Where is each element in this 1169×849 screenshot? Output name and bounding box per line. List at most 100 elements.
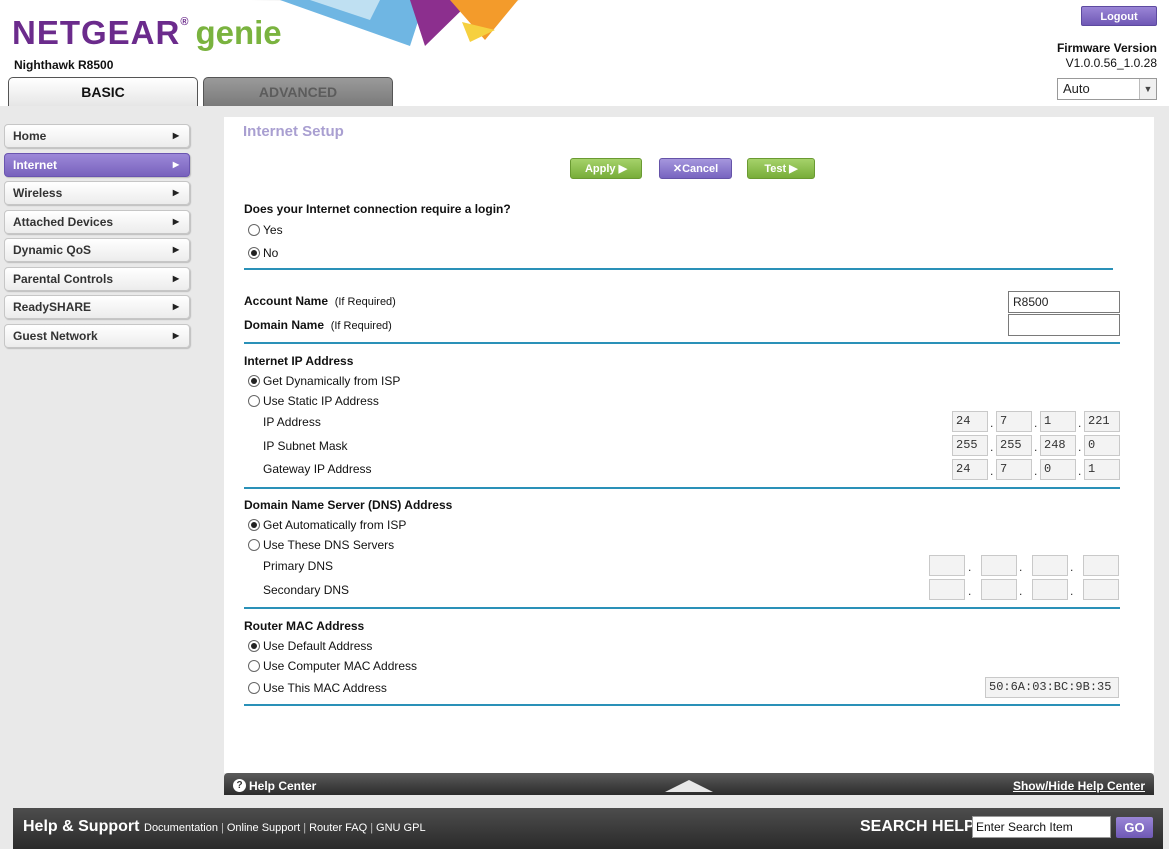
- if-required-note: (If Required): [330, 320, 392, 332]
- gateway-octet-4[interactable]: 1: [1084, 459, 1120, 480]
- sidebar-item-label: Attached Devices: [13, 214, 114, 229]
- sidebar-item-label: Guest Network: [13, 328, 98, 343]
- sidebar-item-label: Wireless: [13, 186, 63, 200]
- mac-default-option[interactable]: Use Default Address: [248, 638, 372, 653]
- radio-label: Use This MAC Address: [263, 680, 387, 695]
- logout-button[interactable]: Logout: [1081, 6, 1157, 26]
- sidebar-item-label: ReadySHARE: [13, 300, 92, 314]
- ip-octet-1[interactable]: 24: [952, 411, 988, 432]
- primary-dns-octet-2[interactable]: [981, 555, 1017, 576]
- account-name-input[interactable]: R8500: [1008, 291, 1120, 313]
- help-icon: ?: [233, 779, 246, 792]
- radio-dns-auto[interactable]: [248, 518, 260, 531]
- login-question-label: Does your Internet connection require a …: [244, 202, 511, 216]
- mac-custom-option[interactable]: Use This MAC Address: [248, 680, 387, 695]
- mac-computer-option[interactable]: Use Computer MAC Address: [248, 658, 417, 673]
- radio-label: Use Static IP Address: [263, 393, 379, 408]
- radio-ip-static[interactable]: [248, 394, 260, 407]
- gateway-octet-1[interactable]: 24: [952, 459, 988, 480]
- documentation-link[interactable]: Documentation: [144, 822, 218, 834]
- gateway-octet-2[interactable]: 7: [996, 459, 1032, 480]
- gateway-label: Gateway IP Address: [263, 462, 372, 476]
- octet-separator: .: [1078, 464, 1082, 478]
- sidebar-item-parental-controls[interactable]: Parental Controls ▶: [4, 266, 190, 291]
- sidebar-item-home[interactable]: Home ▶: [4, 124, 190, 148]
- secondary-dns-octet-3[interactable]: [1032, 579, 1068, 600]
- subnet-octet-4[interactable]: 0: [1084, 435, 1120, 456]
- chevron-right-icon: ▶: [172, 159, 179, 169]
- secondary-dns-octet-1[interactable]: [929, 579, 965, 600]
- tab-advanced[interactable]: ADVANCED: [203, 77, 393, 106]
- chevron-right-icon: ▶: [172, 302, 179, 311]
- octet-separator: .: [1034, 416, 1038, 430]
- subnet-octet-2[interactable]: 255: [996, 435, 1032, 456]
- radio-label: Use Computer MAC Address: [263, 658, 418, 673]
- primary-dns-octet-3[interactable]: [1032, 555, 1068, 576]
- gnu-gpl-link[interactable]: GNU GPL: [376, 822, 426, 834]
- show-hide-help-link[interactable]: Show/Hide Help Center: [1013, 779, 1145, 793]
- expand-up-icon[interactable]: [665, 780, 713, 792]
- registered-mark: ®: [180, 16, 190, 28]
- octet-separator: .: [1019, 560, 1023, 574]
- octet-separator: .: [990, 464, 994, 478]
- ip-octet-4[interactable]: 221: [1084, 411, 1120, 432]
- section-divider: [244, 704, 1120, 706]
- domain-name-input[interactable]: [1008, 314, 1120, 336]
- dns-auto-option[interactable]: Get Automatically from ISP: [248, 517, 406, 532]
- firmware-version-label: Firmware Version: [1056, 41, 1157, 55]
- sidebar-item-internet[interactable]: Internet ▶: [4, 152, 190, 177]
- apply-button[interactable]: Apply ▶: [570, 158, 642, 179]
- octet-separator: .: [1078, 440, 1082, 454]
- ip-static-option[interactable]: Use Static IP Address: [248, 393, 379, 408]
- domain-name-label: Domain Name (If Required): [244, 318, 392, 332]
- tab-basic[interactable]: BASIC: [8, 77, 198, 106]
- radio-no[interactable]: [248, 246, 260, 259]
- radio-dns-manual[interactable]: [248, 538, 260, 551]
- sidebar: Home ▶ Internet ▶ Wireless ▶ Attached Devic…: [4, 124, 190, 352]
- sidebar-item-wireless[interactable]: Wireless ▶: [4, 181, 190, 205]
- radio-ip-dynamic[interactable]: [248, 374, 260, 387]
- secondary-dns-octet-2[interactable]: [981, 579, 1017, 600]
- internet-ip-heading: Internet IP Address: [244, 354, 354, 368]
- help-center-label: Help Center: [249, 779, 317, 793]
- login-yes-option[interactable]: Yes: [248, 222, 283, 237]
- radio-mac-custom[interactable]: [248, 681, 260, 694]
- login-no-option[interactable]: No: [248, 245, 278, 260]
- search-go-button[interactable]: GO: [1116, 817, 1153, 838]
- online-support-link[interactable]: Online Support: [227, 822, 300, 834]
- sidebar-item-dynamic-qos[interactable]: Dynamic QoS ▶: [4, 238, 190, 262]
- gateway-octet-3[interactable]: 0: [1040, 459, 1076, 480]
- primary-dns-octet-1[interactable]: [929, 555, 965, 576]
- account-name-label: Account Name (If Required): [244, 294, 396, 308]
- primary-dns-octet-4[interactable]: [1083, 555, 1119, 576]
- netgear-logo: NETGEAR® genie: [12, 14, 282, 52]
- chevron-right-icon: ▶: [172, 216, 179, 226]
- radio-mac-computer[interactable]: [248, 659, 260, 672]
- brand-name: NETGEAR: [12, 14, 181, 51]
- ip-octet-3[interactable]: 1: [1040, 411, 1076, 432]
- radio-label: Use These DNS Servers: [263, 537, 395, 552]
- mac-address-input[interactable]: 50:6A:03:BC:9B:35: [985, 677, 1119, 698]
- test-button[interactable]: Test ▶: [747, 158, 815, 179]
- octet-separator: .: [968, 584, 972, 598]
- search-help-input[interactable]: Enter Search Item: [972, 816, 1111, 838]
- secondary-dns-octet-4[interactable]: [1083, 579, 1119, 600]
- chevron-down-icon[interactable]: ▼: [1139, 79, 1156, 99]
- page-title: Internet Setup: [243, 123, 344, 140]
- subnet-octet-1[interactable]: 255: [952, 435, 988, 456]
- cancel-button[interactable]: ✕Cancel: [659, 158, 732, 179]
- router-faq-link[interactable]: Router FAQ: [309, 822, 367, 834]
- ip-dynamic-option[interactable]: Get Dynamically from ISP: [248, 373, 400, 388]
- sidebar-item-guest-network[interactable]: Guest Network ▶: [4, 323, 190, 348]
- language-select[interactable]: Auto ▼: [1057, 78, 1157, 100]
- ip-octet-2[interactable]: 7: [996, 411, 1032, 432]
- radio-label: Use Default Address: [263, 638, 373, 653]
- radio-yes[interactable]: [248, 223, 260, 236]
- sidebar-item-attached-devices[interactable]: Attached Devices ▶: [4, 209, 190, 234]
- subnet-octet-3[interactable]: 248: [1040, 435, 1076, 456]
- sidebar-item-readyshare[interactable]: ReadySHARE ▶: [4, 295, 190, 319]
- cancel-label: Cancel: [682, 163, 719, 175]
- radio-mac-default[interactable]: [248, 639, 260, 652]
- dns-manual-option[interactable]: Use These DNS Servers: [248, 537, 394, 552]
- close-icon: ✕: [672, 163, 683, 175]
